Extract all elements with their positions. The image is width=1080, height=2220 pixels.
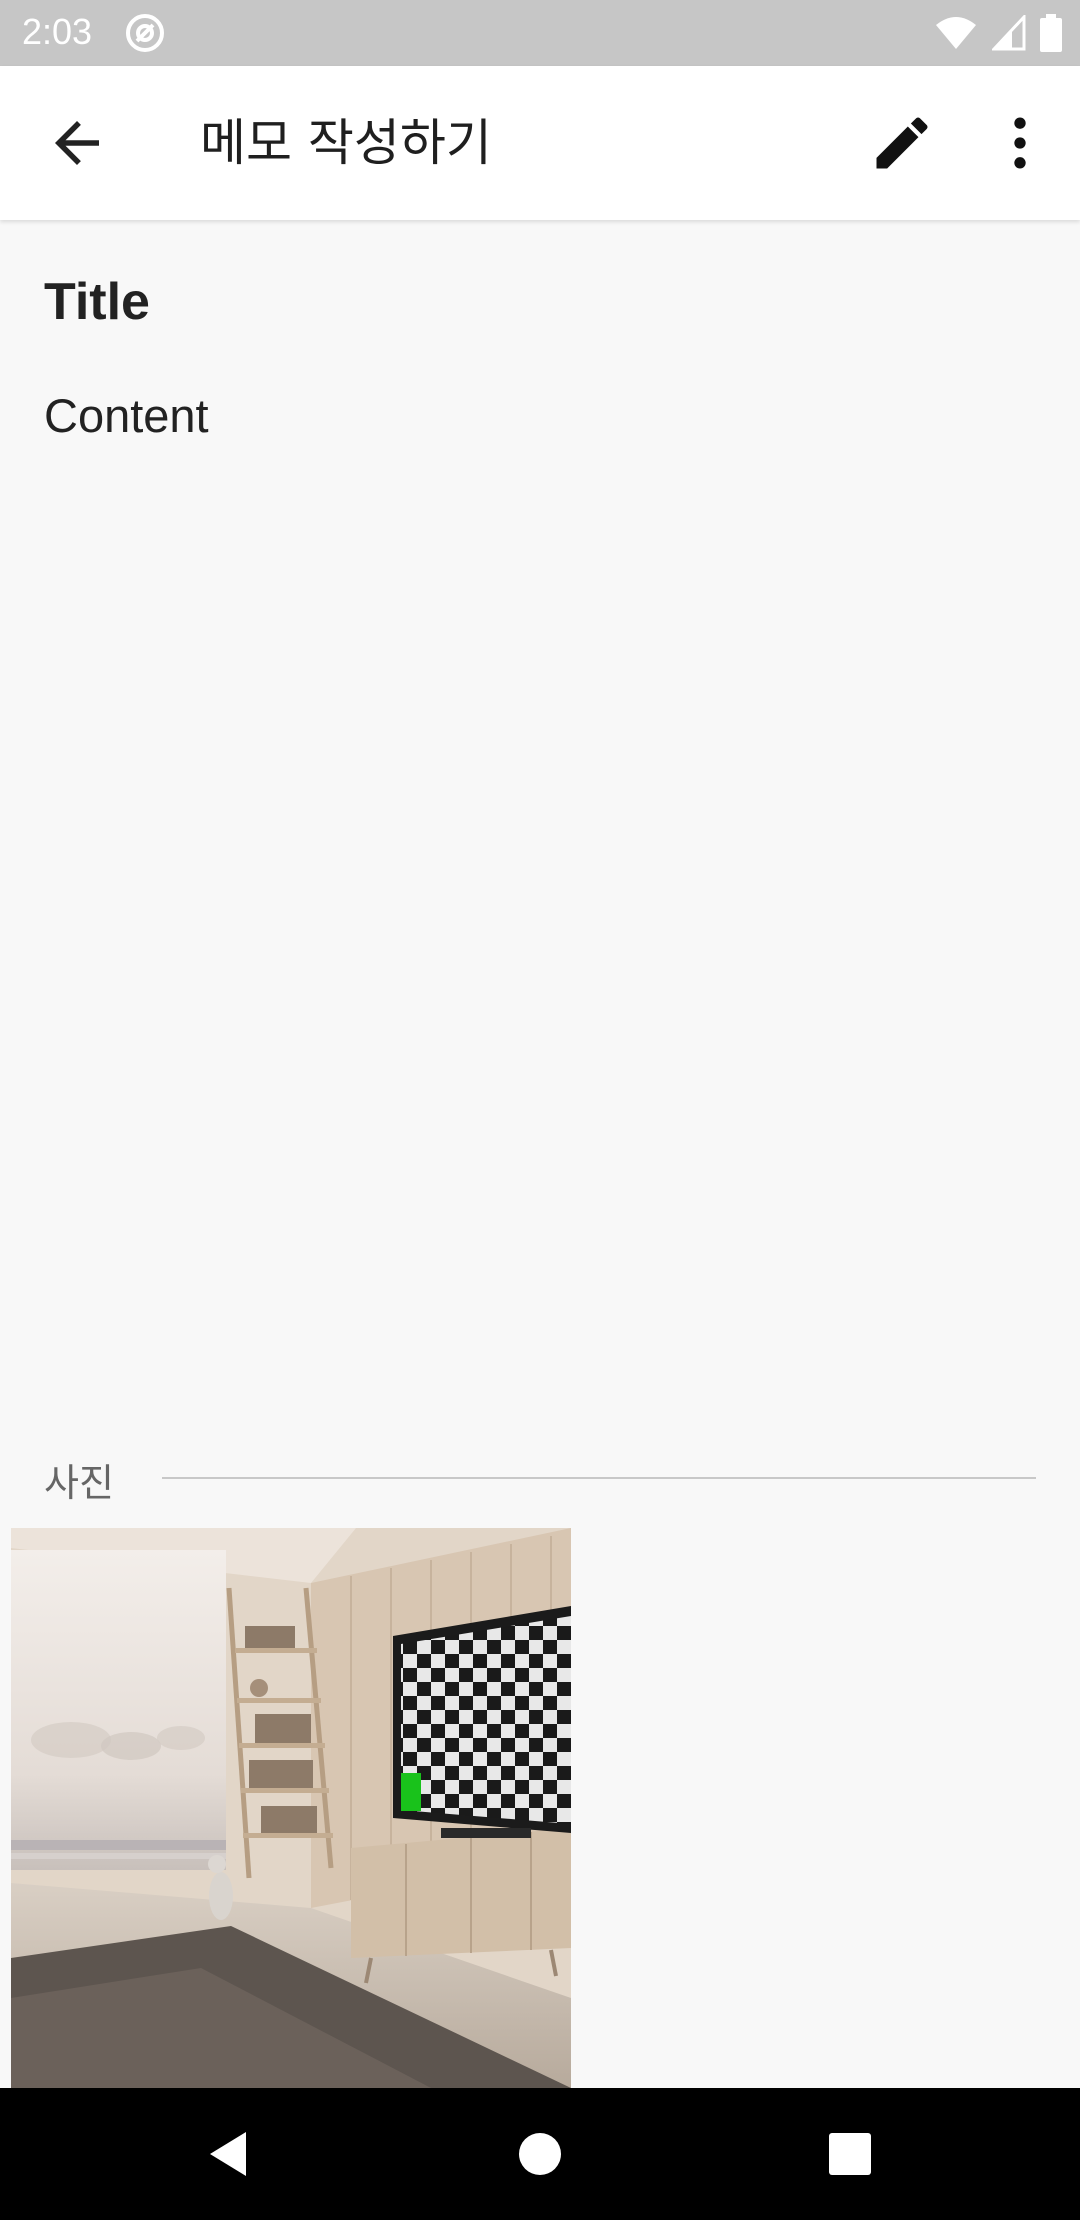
- app-bar: 메모 작성하기: [0, 66, 1080, 220]
- wifi-icon: [936, 17, 976, 49]
- more-vert-icon[interactable]: [986, 109, 1054, 177]
- status-icons: [934, 14, 1062, 52]
- photo-section-label: 사진: [44, 1461, 114, 1505]
- signal-icon: [992, 15, 1026, 51]
- arrow-back-icon[interactable]: [44, 110, 110, 176]
- notification-at-icon: [126, 14, 164, 52]
- navigation-bar: [0, 2088, 1080, 2220]
- memo-title[interactable]: Title: [44, 272, 150, 332]
- room-photo-image: [11, 1528, 571, 2088]
- page-title: 메모 작성하기: [200, 114, 492, 172]
- memo-content[interactable]: Content: [44, 388, 209, 443]
- status-time: 2:03: [22, 11, 93, 52]
- circle-home-icon[interactable]: [508, 2122, 572, 2186]
- square-recents-icon[interactable]: [818, 2122, 882, 2186]
- status-bar: 2:03: [0, 0, 1080, 66]
- battery-icon: [1040, 14, 1062, 52]
- section-divider: [162, 1477, 1036, 1479]
- triangle-back-icon[interactable]: [196, 2122, 260, 2186]
- pencil-icon[interactable]: [868, 109, 936, 177]
- photo-thumbnail[interactable]: [11, 1528, 571, 2088]
